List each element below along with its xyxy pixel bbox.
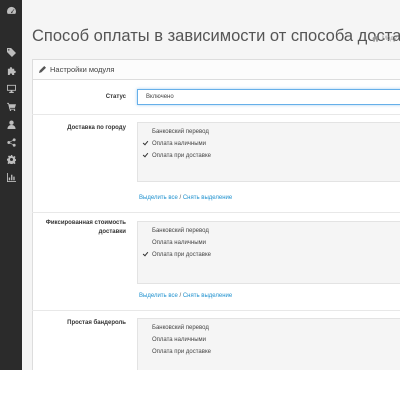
divider [32, 310, 400, 311]
group-label-line: Простая бандероль [67, 320, 126, 326]
checkbox-group: Банковский перевод Оплата наличными Опла… [137, 221, 400, 284]
page-title: Способ оплаты в зависимости от способа д… [32, 27, 400, 45]
checkbox-label: Оплата наличными [152, 336, 207, 343]
checkbox[interactable] [142, 348, 149, 355]
checkbox-label: Оплата при доставке [152, 251, 211, 258]
panel-title: Настройки модуля [50, 65, 115, 74]
checkbox-option[interactable]: Банковский перевод [142, 227, 209, 234]
group-label-line: доставки [98, 229, 126, 235]
checkbox-group: Банковский перевод Оплата наличными Опла… [137, 318, 400, 370]
breadcrumb: Моду [372, 35, 397, 42]
select-all-link[interactable]: Выделить все [139, 293, 178, 299]
group-label-line: Фиксированная стоимость [45, 220, 126, 226]
group-label: Доставка по городу [40, 125, 126, 131]
dashboard-icon[interactable] [0, 2, 22, 18]
checkbox-label: Оплата наличными [152, 140, 207, 147]
deselect-link[interactable]: Снять выделение [183, 293, 232, 299]
checkbox[interactable] [142, 227, 149, 234]
status-label: Статус [105, 94, 126, 100]
checkbox-label: Банковский перевод [152, 227, 209, 234]
gear-icon[interactable] [0, 151, 22, 167]
panel-heading: Настройки модуля [33, 60, 400, 80]
checkbox-label: Оплата при доставке [152, 348, 211, 355]
checkbox[interactable] [142, 336, 149, 343]
checkbox-label: Банковский перевод [152, 128, 209, 135]
status-select[interactable]: Включено [137, 89, 400, 105]
checkbox-option[interactable]: Оплата наличными [142, 140, 206, 147]
sidebar [0, 0, 22, 370]
select-all-link[interactable]: Выделить все [139, 195, 178, 201]
puzzle-icon[interactable] [0, 62, 22, 78]
home-icon[interactable] [372, 35, 379, 42]
group-label: Фиксированная стоимость доставки [40, 219, 126, 237]
checkbox[interactable] [142, 324, 149, 331]
checkbox-option[interactable]: Оплата наличными [142, 336, 206, 343]
checkbox-option[interactable]: Оплата при доставке [142, 251, 211, 258]
select-links: Выделить все / Снять выделение [139, 293, 232, 299]
monitor-icon[interactable] [0, 80, 22, 96]
checkbox-option[interactable]: Оплата при доставке [142, 152, 211, 159]
checkbox[interactable] [142, 251, 149, 258]
page-header: Способ оплаты в зависимости от способа д… [22, 0, 400, 55]
tag-icon[interactable] [0, 44, 22, 60]
checkbox-option[interactable]: Банковский перевод [142, 128, 209, 135]
checkbox-label: Оплата при доставке [152, 152, 211, 159]
user-icon[interactable] [0, 116, 22, 132]
checkbox[interactable] [142, 140, 149, 147]
checkbox[interactable] [142, 239, 149, 246]
group-label-line: Доставка по городу [67, 125, 126, 131]
checkbox-option[interactable]: Банковский перевод [142, 324, 209, 331]
checkbox-option[interactable]: Оплата наличными [142, 239, 206, 246]
bar-chart-icon[interactable] [0, 169, 22, 185]
app: Способ оплаты в зависимости от способа д… [0, 0, 400, 370]
cart-icon[interactable] [0, 98, 22, 114]
checkbox[interactable] [142, 152, 149, 159]
pencil-icon [39, 66, 46, 73]
divider [32, 114, 400, 115]
group-label: Простая бандероль [40, 320, 126, 326]
breadcrumb-item[interactable]: Моду [382, 36, 397, 42]
checkbox-group: Банковский перевод Оплата наличными Опла… [137, 122, 400, 182]
checkbox[interactable] [142, 128, 149, 135]
checkbox-label: Банковский перевод [152, 324, 209, 331]
deselect-link[interactable]: Снять выделение [183, 195, 232, 201]
checkbox-option[interactable]: Оплата при доставке [142, 348, 211, 355]
share-icon[interactable] [0, 134, 22, 150]
divider [32, 212, 400, 213]
select-links: Выделить все / Снять выделение [139, 195, 232, 201]
checkbox-label: Оплата наличными [152, 239, 207, 246]
